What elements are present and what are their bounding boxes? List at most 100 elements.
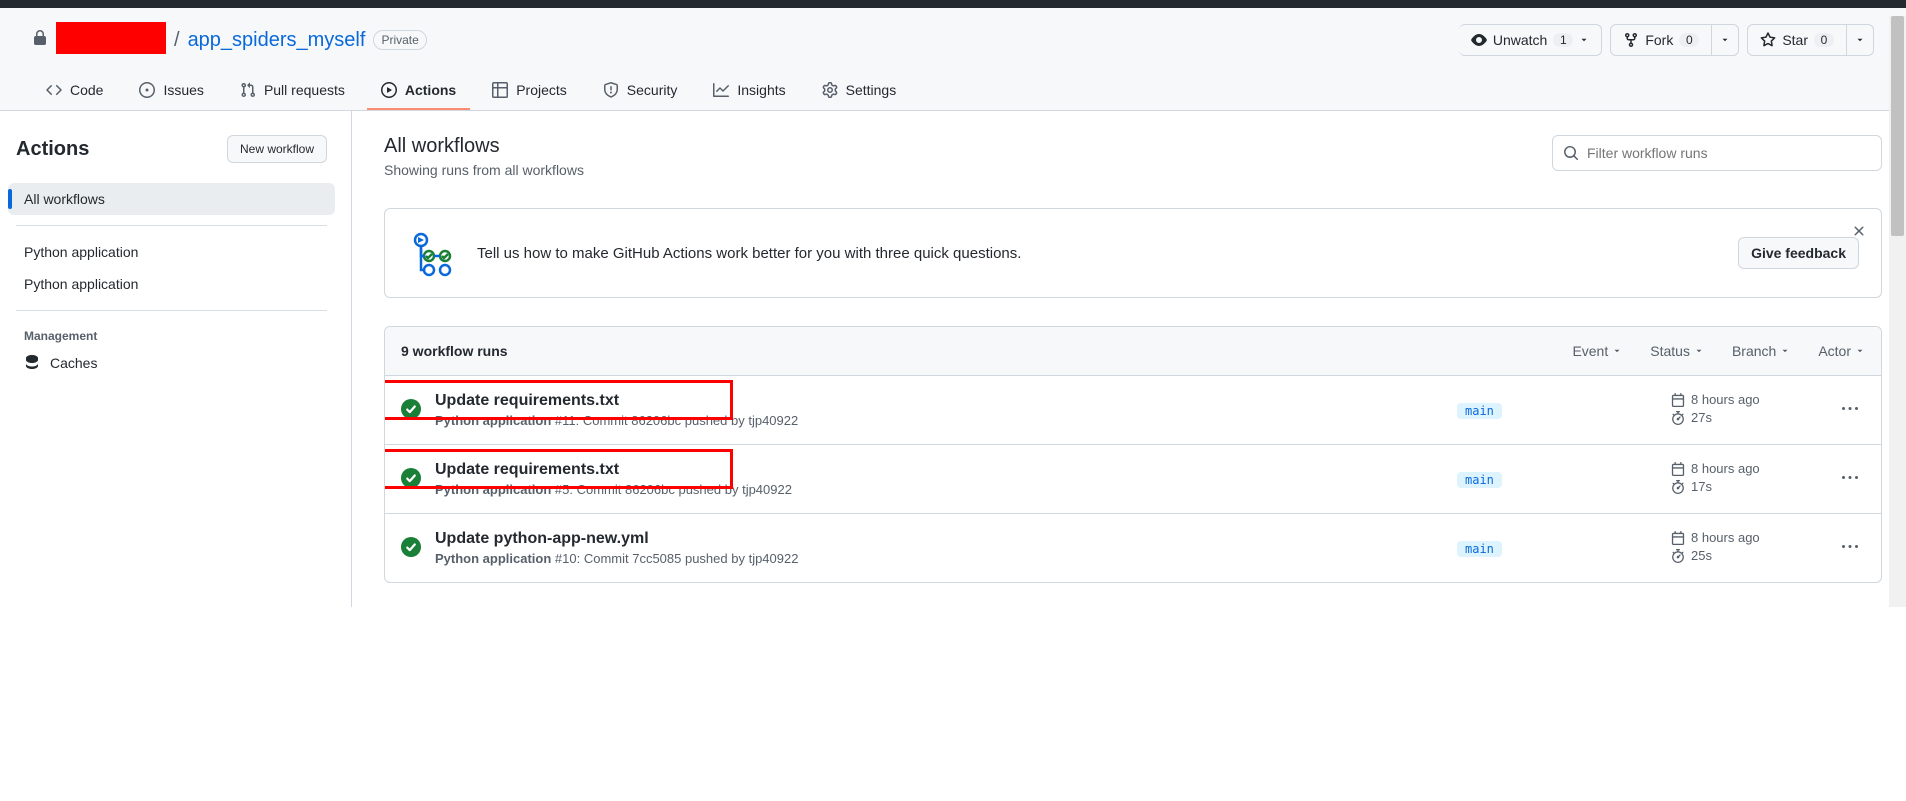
breadcrumb-separator: / <box>174 29 180 52</box>
filter-actor[interactable]: Actor <box>1818 343 1865 359</box>
eye-icon <box>1471 32 1487 48</box>
sidebar-management-header: Management <box>8 321 335 347</box>
owner-redacted <box>56 22 166 54</box>
workflow-run-row[interactable]: Update python-app-new.yml Python applica… <box>385 514 1881 582</box>
filter-status[interactable]: Status <box>1650 343 1704 359</box>
run-title: Update requirements.txt <box>435 392 1443 410</box>
branch-pill[interactable]: main <box>1457 541 1502 557</box>
calendar-icon <box>1671 393 1685 407</box>
fork-icon <box>1623 32 1639 48</box>
visibility-badge: Private <box>373 30 426 50</box>
close-icon[interactable] <box>1851 223 1867 242</box>
sidebar-separator <box>16 225 327 226</box>
star-icon <box>1760 32 1776 48</box>
calendar-icon <box>1671 531 1685 545</box>
code-icon <box>46 82 62 98</box>
page-scrollbar[interactable] <box>1889 16 1906 607</box>
watch-count: 1 <box>1553 33 1573 47</box>
fork-button[interactable]: Fork 0 <box>1610 24 1712 56</box>
tab-projects[interactable]: Projects <box>478 72 581 110</box>
run-subtitle: Python application #10: Commit 7cc5085 p… <box>435 551 1443 566</box>
calendar-icon <box>1671 462 1685 476</box>
success-icon <box>401 537 421 560</box>
chevron-down-icon <box>1855 35 1865 45</box>
branch-pill[interactable]: main <box>1457 403 1502 419</box>
play-circle-icon <box>381 82 397 98</box>
fork-caret-button[interactable] <box>1712 24 1739 56</box>
chevron-down-icon <box>1694 346 1704 356</box>
lock-icon <box>32 29 48 52</box>
database-icon <box>24 355 40 371</box>
tab-actions[interactable]: Actions <box>367 72 470 110</box>
repo-name-link[interactable]: app_spiders_myself <box>188 29 366 52</box>
kebab-icon <box>1842 539 1858 555</box>
tab-pulls[interactable]: Pull requests <box>226 72 359 110</box>
stopwatch-icon <box>1671 549 1685 563</box>
star-count: 0 <box>1814 33 1834 47</box>
tab-settings[interactable]: Settings <box>808 72 911 110</box>
repo-title: / app_spiders_myself Private <box>32 26 427 54</box>
tab-insights[interactable]: Insights <box>699 72 799 110</box>
page-title: All workflows <box>384 135 584 158</box>
workflow-run-row[interactable]: Update requirements.txt Python applicati… <box>385 445 1881 514</box>
success-icon <box>401 399 421 422</box>
kebab-icon <box>1842 470 1858 486</box>
graph-icon <box>713 82 729 98</box>
new-workflow-button[interactable]: New workflow <box>227 135 327 163</box>
table-icon <box>492 82 508 98</box>
sidebar: Actions New workflow All workflows Python… <box>0 111 352 607</box>
stopwatch-icon <box>1671 411 1685 425</box>
repo-header: / app_spiders_myself Private Unwatch 1 <box>0 8 1906 111</box>
sidebar-item-0[interactable]: All workflows <box>8 183 335 215</box>
search-icon <box>1563 145 1579 161</box>
run-timing: 8 hours ago 17s <box>1671 461 1821 497</box>
branch-pill[interactable]: main <box>1457 472 1502 488</box>
fork-count: 0 <box>1679 33 1699 47</box>
workflow-runs-box: 9 workflow runs Event Status Branch Acto… <box>384 326 1882 583</box>
workflow-run-row[interactable]: Update requirements.txt Python applicati… <box>385 376 1881 445</box>
page-subtitle: Showing runs from all workflows <box>384 162 584 178</box>
chevron-down-icon <box>1579 35 1589 45</box>
run-subtitle: Python application #11: Commit 86206bc p… <box>435 413 1443 428</box>
repo-actions: Unwatch 1 Fork 0 <box>1459 24 1874 56</box>
sidebar-item-2[interactable]: Python application <box>8 268 335 300</box>
star-button[interactable]: Star 0 <box>1747 24 1847 56</box>
filter-branch[interactable]: Branch <box>1732 343 1790 359</box>
star-caret-button[interactable] <box>1847 24 1874 56</box>
kebab-menu[interactable] <box>1835 401 1865 420</box>
sidebar-item-1[interactable]: Python application <box>8 236 335 268</box>
tab-issues[interactable]: Issues <box>125 72 217 110</box>
banner-text: Tell us how to make GitHub Actions work … <box>477 245 1716 262</box>
search-input[interactable] <box>1587 145 1871 161</box>
gear-icon <box>822 82 838 98</box>
filter-event[interactable]: Event <box>1572 343 1622 359</box>
workflow-graph-icon <box>407 229 455 277</box>
sidebar-separator <box>16 310 327 311</box>
run-title: Update requirements.txt <box>435 461 1443 479</box>
unwatch-label: Unwatch <box>1493 32 1547 48</box>
give-feedback-button[interactable]: Give feedback <box>1738 237 1859 269</box>
top-dark-bar <box>0 0 1906 8</box>
unwatch-button[interactable]: Unwatch 1 <box>1459 24 1602 56</box>
kebab-menu[interactable] <box>1835 470 1865 489</box>
main-content: All workflows Showing runs from all work… <box>352 111 1906 607</box>
runs-count: 9 workflow runs <box>401 343 508 359</box>
fork-label: Fork <box>1645 32 1673 48</box>
chevron-down-icon <box>1780 346 1790 356</box>
run-title: Update python-app-new.yml <box>435 530 1443 548</box>
repo-nav-tabs: Code Issues Pull requests Actions Projec… <box>32 72 1874 110</box>
sidebar-item-caches[interactable]: Caches <box>8 347 335 379</box>
tab-code[interactable]: Code <box>32 72 117 110</box>
search-input-wrap[interactable] <box>1552 135 1882 171</box>
kebab-icon <box>1842 401 1858 417</box>
sidebar-title: Actions <box>16 138 89 161</box>
stopwatch-icon <box>1671 480 1685 494</box>
git-pull-request-icon <box>240 82 256 98</box>
chevron-down-icon <box>1612 346 1622 356</box>
tab-security[interactable]: Security <box>589 72 692 110</box>
chevron-down-icon <box>1720 35 1730 45</box>
chevron-down-icon <box>1855 346 1865 356</box>
run-subtitle: Python application #5: Commit 86206bc pu… <box>435 482 1443 497</box>
kebab-menu[interactable] <box>1835 539 1865 558</box>
star-label: Star <box>1782 32 1808 48</box>
